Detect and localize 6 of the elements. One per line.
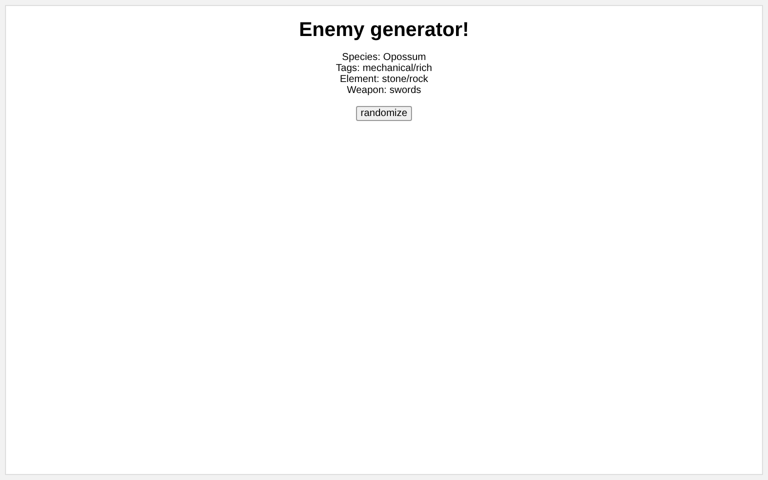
- enemy-attribute: Species: Opossum: [342, 52, 426, 63]
- enemy-attribute: Tags: mechanical/rich: [336, 63, 432, 74]
- enemy-attribute: Element: stone/rock: [340, 74, 428, 85]
- randomize-button[interactable]: randomize: [356, 106, 412, 121]
- page-title: Enemy generator!: [298, 18, 470, 42]
- enemy-attribute: Weapon: swords: [346, 85, 422, 96]
